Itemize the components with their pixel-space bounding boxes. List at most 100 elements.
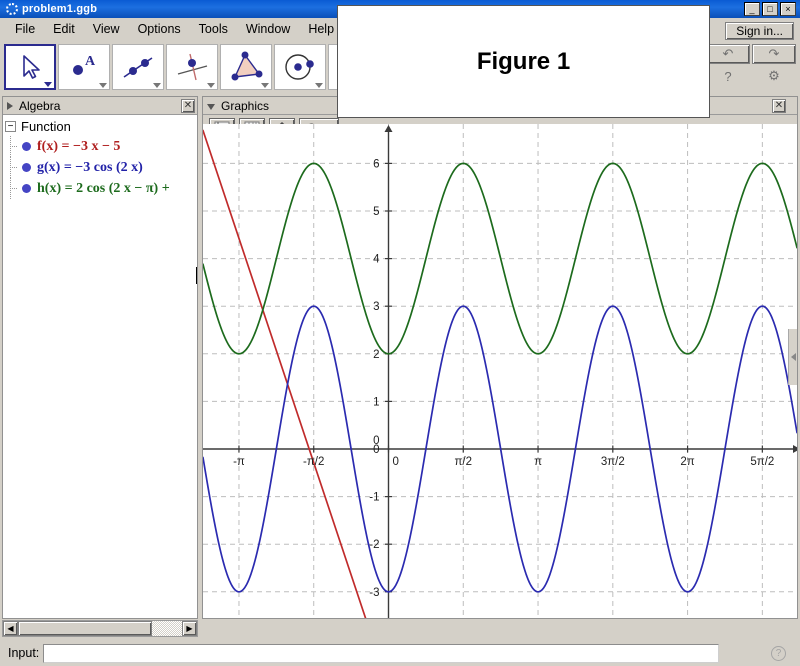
tree-tick	[10, 146, 17, 147]
function-visibility-toggle[interactable]	[22, 184, 31, 193]
menu-item-options[interactable]: Options	[129, 20, 190, 38]
help-settings-row: ? ⚙	[706, 66, 796, 86]
function-expression-g: g(x) = −3 cos (2 x)	[37, 159, 143, 175]
y-axis-label: -1	[369, 492, 379, 504]
gear-icon[interactable]: ⚙	[752, 66, 796, 86]
graphics-close-icon[interactable]: ✕	[772, 99, 786, 113]
tool-expand-corner-icon[interactable]	[207, 83, 215, 88]
tree-tick	[10, 188, 17, 189]
y-axis-label: -2	[369, 539, 379, 551]
tool-expand-corner-icon[interactable]	[315, 83, 323, 88]
point-tool[interactable]: A	[58, 44, 110, 90]
figure-caption-text: Figure 1	[476, 47, 571, 75]
x-axis-arrow	[793, 445, 797, 453]
graphics-collapse-handle[interactable]	[788, 329, 797, 385]
function-expression-f: f(x) = −3 x − 5	[37, 138, 121, 154]
y-axis-label: -3	[369, 587, 379, 599]
menu-item-view[interactable]: View	[84, 20, 129, 38]
chevron-down-icon[interactable]	[207, 103, 215, 110]
minimize-button[interactable]: _	[744, 2, 760, 16]
menu-item-file[interactable]: File	[6, 20, 44, 38]
sign-in-button[interactable]: Sign in...	[725, 22, 794, 40]
x-axis-label: 5π/2	[750, 456, 774, 468]
scroll-track[interactable]	[152, 621, 182, 636]
input-field[interactable]	[43, 643, 720, 663]
x-axis-label: π/2	[455, 456, 473, 468]
input-bar: Input: ?	[0, 640, 800, 666]
tool-expand-corner-icon[interactable]	[99, 83, 107, 88]
tool-expand-corner-icon[interactable]	[261, 83, 269, 88]
help-icon[interactable]: ?	[706, 66, 750, 86]
menu-item-edit[interactable]: Edit	[44, 20, 84, 38]
x-axis-label: 2π	[680, 456, 694, 468]
list-item[interactable]: f(x) = −3 x − 5	[5, 136, 197, 157]
y-axis-label: 5	[373, 206, 379, 218]
tool-expand-corner-icon[interactable]	[44, 82, 52, 87]
help-icon[interactable]: ?	[771, 645, 786, 661]
function-visibility-toggle[interactable]	[22, 163, 31, 172]
x-axis-label: π	[534, 456, 542, 468]
algebra-tree: − Function f(x) = −3 x − 5 g(x) = −3 cos…	[3, 115, 197, 199]
arrow-cursor-icon	[23, 55, 40, 79]
graphics-panel: Graphics C:	[202, 96, 798, 619]
y-axis-label: 4	[373, 254, 380, 266]
menu-item-tools[interactable]: Tools	[190, 20, 237, 38]
polygon-tool[interactable]	[220, 44, 272, 90]
y-axis-label: 2	[373, 349, 379, 361]
line-tool[interactable]	[112, 44, 164, 90]
x-axis-label: 0	[393, 456, 399, 468]
menu-item-window[interactable]: Window	[237, 20, 299, 38]
scroll-left-button[interactable]: ◀	[3, 621, 18, 636]
move-tool[interactable]	[4, 44, 56, 90]
geogebra-logo-icon	[6, 3, 18, 15]
list-item[interactable]: h(x) = 2 cos (2 x − π) +	[5, 178, 197, 199]
graphics-plot-area[interactable]: -3 -2 -1 0 1 2 3 4 5 6 0 -π -π/2 0 π/2 π 3π/2 2π 5π/2	[203, 124, 797, 618]
svg-text:A: A	[85, 54, 96, 69]
y-axis-label: 1	[373, 396, 379, 408]
algebra-group-label: Function	[21, 119, 71, 134]
x-axis-label: -π	[233, 456, 245, 468]
algebra-panel: Algebra ✕ − Function f(x) = −3 x − 5 g(x…	[2, 96, 198, 619]
input-label: Input:	[8, 646, 40, 660]
x-axis-label: 3π/2	[601, 456, 625, 468]
point-icon: A	[73, 54, 96, 75]
algebra-panel-header: Algebra ✕	[3, 97, 197, 115]
toolbar-right-controls: ↶ ↷ ? ⚙	[706, 44, 800, 86]
scroll-right-button[interactable]: ▶	[182, 621, 197, 636]
origin-label-y: 0	[373, 435, 379, 447]
maximize-button[interactable]: □	[762, 2, 778, 16]
list-item[interactable]: g(x) = −3 cos (2 x)	[5, 157, 197, 178]
y-axis-arrow	[384, 125, 393, 132]
circle-icon	[285, 54, 314, 80]
text-caret	[196, 267, 197, 284]
collapse-icon[interactable]: −	[5, 121, 16, 132]
scroll-thumb[interactable]	[18, 621, 152, 636]
window-controls: _ □ ×	[744, 2, 798, 16]
chevron-right-icon[interactable]	[7, 101, 13, 110]
function-visibility-toggle[interactable]	[22, 142, 31, 151]
line-through-points-icon	[123, 57, 153, 78]
tool-expand-corner-icon[interactable]	[153, 83, 161, 88]
perpendicular-line-tool[interactable]	[166, 44, 218, 90]
algebra-group-function[interactable]: − Function	[5, 119, 197, 134]
undo-redo-row: ↶ ↷	[706, 44, 796, 64]
redo-button[interactable]: ↷	[752, 44, 796, 64]
algebra-close-icon[interactable]: ✕	[181, 99, 195, 113]
circle-tool[interactable]	[274, 44, 326, 90]
axis-labels-layer: -3-2-101234560-π -π/2 0 π/2 π 3π/2 2π 5π/2	[233, 158, 774, 598]
algebra-hscrollbar[interactable]: ◀ ▶	[2, 620, 198, 637]
close-button[interactable]: ×	[780, 2, 796, 16]
tree-tick	[10, 167, 17, 168]
figure-caption-overlay: Figure 1	[337, 5, 710, 118]
function-plot: -3-2-101234560-π -π/2 0 π/2 π 3π/2 2π 5π/2	[203, 124, 797, 618]
graphics-panel-title: Graphics	[221, 98, 270, 113]
undo-button[interactable]: ↶	[706, 44, 750, 64]
polygon-icon	[231, 51, 263, 81]
y-axis-label: 3	[373, 301, 379, 313]
curves-layer	[203, 129, 797, 618]
chevron-left-icon	[790, 353, 796, 361]
y-axis-label: 6	[373, 158, 379, 170]
perpendicular-line-icon	[177, 53, 208, 81]
curve-f	[203, 129, 367, 618]
algebra-panel-title: Algebra	[19, 98, 61, 113]
